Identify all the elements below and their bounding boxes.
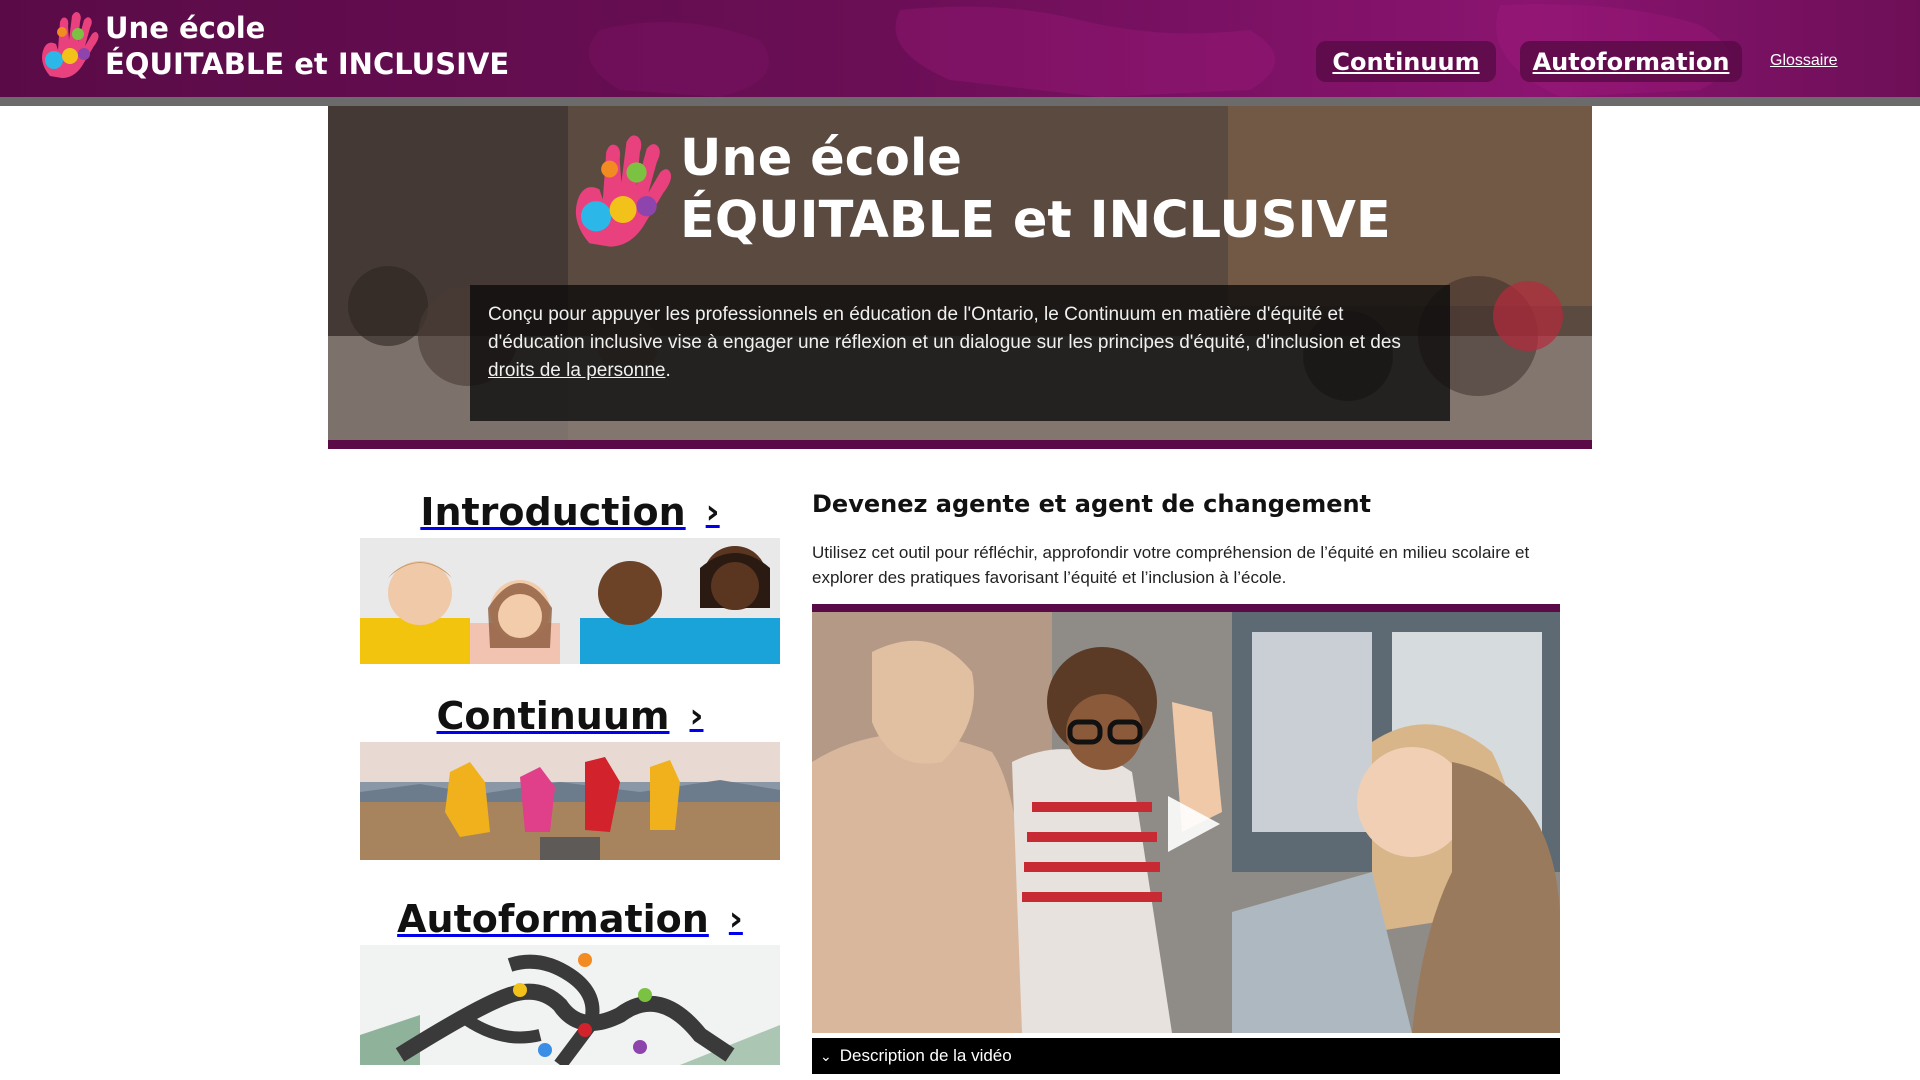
nav-autoformation-button[interactable]: Autoformation bbox=[1520, 41, 1742, 82]
video-accent-bar bbox=[812, 604, 1560, 612]
hero-accent-bar bbox=[328, 440, 1592, 449]
play-icon[interactable] bbox=[1160, 792, 1224, 856]
colorful-hand-logo-icon bbox=[575, 135, 672, 247]
logo-line1: Une école bbox=[105, 11, 266, 45]
hero-description-end: . bbox=[665, 360, 671, 381]
video-description-label: Description de la vidéo bbox=[839, 1046, 1012, 1065]
chevron-right-icon: › bbox=[728, 899, 743, 939]
chevron-down-icon: ⌄ bbox=[820, 1047, 832, 1064]
card-title-text: Introduction bbox=[420, 490, 686, 534]
hero-description: Conçu pour appuyer les professionnels en… bbox=[470, 285, 1450, 421]
section-intro-text: Utilisez cet outil pour réfléchir, appro… bbox=[812, 543, 1530, 587]
people-jumping-landscape-photo bbox=[360, 742, 780, 860]
video-description-toggle[interactable]: ⌄ Description de la vidéo bbox=[812, 1038, 1560, 1074]
site-logo-text: Une école ÉQUITABLE et INCLUSIVE bbox=[105, 10, 509, 82]
card-title: Autoformation › bbox=[360, 893, 780, 945]
header-divider bbox=[0, 97, 1920, 106]
human-rights-link[interactable]: droits de la personne bbox=[488, 360, 665, 381]
chevron-right-icon: › bbox=[705, 492, 720, 532]
section-heading: Devenez agente et agent de changement bbox=[812, 490, 1372, 518]
card-title-text: Autoformation bbox=[397, 897, 709, 941]
nav-glossaire-link[interactable]: Glossaire bbox=[1770, 52, 1838, 70]
hero-description-text: Conçu pour appuyer les professionnels en… bbox=[488, 304, 1401, 353]
children-smiling-photo bbox=[360, 538, 780, 664]
card-introduction[interactable]: Introduction › bbox=[360, 486, 780, 664]
site-header: Une école ÉQUITABLE et INCLUSIVE Continu… bbox=[0, 0, 1920, 97]
colorful-hand-logo-icon bbox=[42, 12, 99, 78]
card-title: Introduction › bbox=[360, 486, 780, 538]
nav-continuum-button[interactable]: Continuum bbox=[1316, 41, 1496, 82]
logo-line2: ÉQUITABLE et INCLUSIVE bbox=[105, 47, 510, 81]
hero-title-line2: ÉQUITABLE et INCLUSIVE bbox=[680, 191, 1391, 250]
hero-title: Une école ÉQUITABLE et INCLUSIVE bbox=[680, 128, 1391, 252]
card-continuum[interactable]: Continuum › bbox=[360, 690, 780, 860]
card-title: Continuum › bbox=[360, 690, 780, 742]
card-autoformation[interactable]: Autoformation › bbox=[360, 893, 780, 1065]
card-title-text: Continuum bbox=[436, 694, 670, 738]
chevron-right-icon: › bbox=[689, 696, 704, 736]
road-map-pins-illustration bbox=[360, 945, 780, 1065]
hero-title-line1: Une école bbox=[680, 129, 962, 188]
